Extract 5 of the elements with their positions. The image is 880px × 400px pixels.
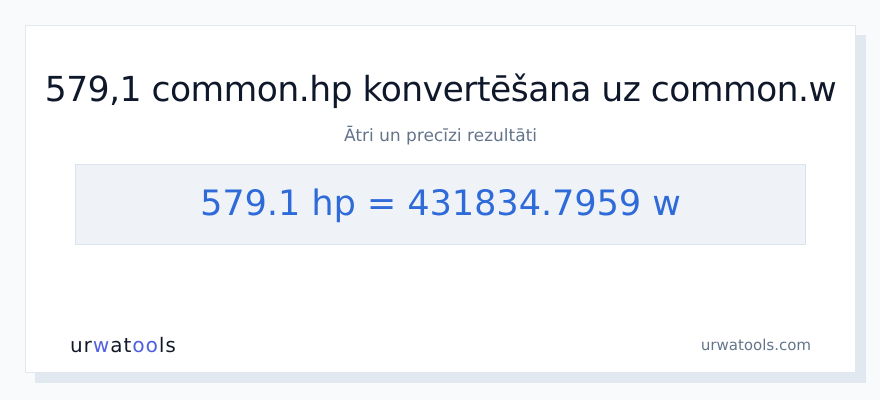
page-title: 579,1 common.hp konvertēšana uz common.w — [44, 70, 836, 110]
result-panel: 579.1 hp = 431834.7959 w — [75, 164, 806, 244]
site-link[interactable]: urwatools.com — [700, 334, 811, 356]
subtitle: Ātri un precīzi rezultāti — [344, 124, 538, 148]
logo: urwatools — [70, 332, 177, 359]
